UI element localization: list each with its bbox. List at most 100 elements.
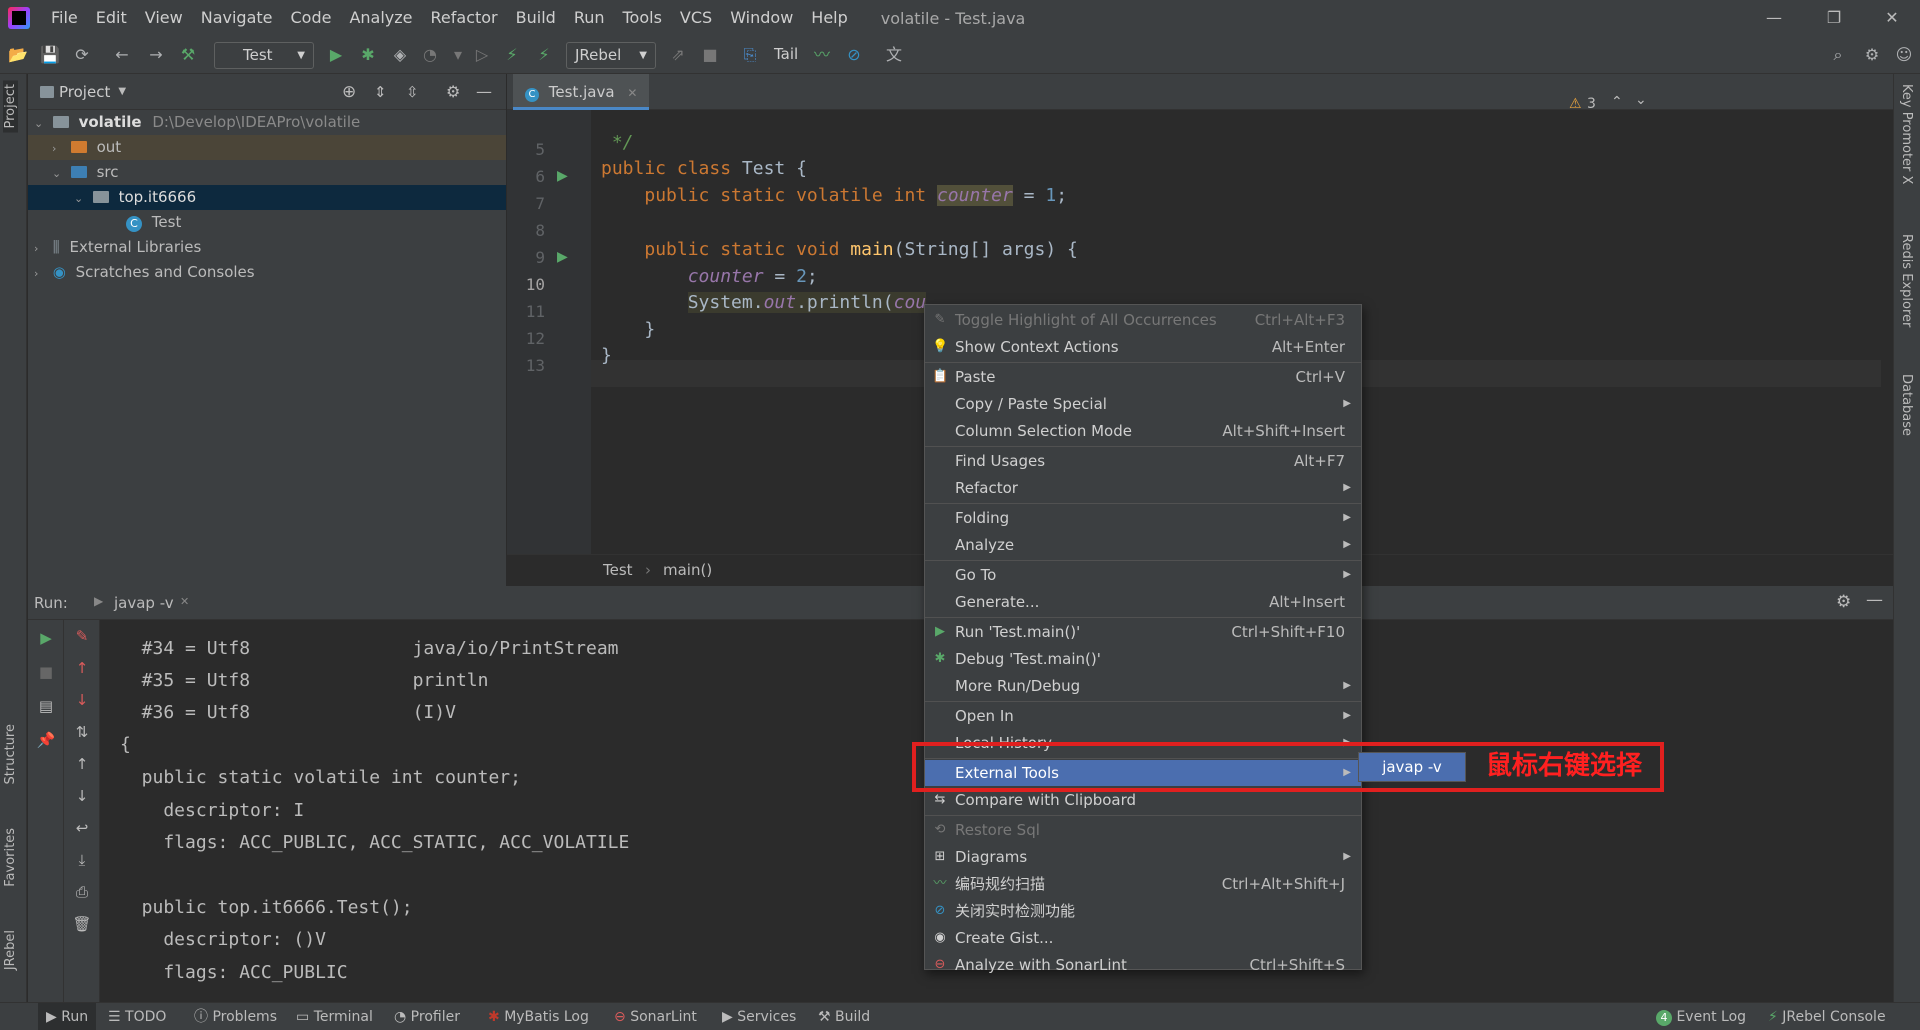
status-event-log[interactable]: 4 Event Log (1656, 1003, 1746, 1030)
menu-analyze[interactable]: Analyze (340, 0, 421, 36)
search-icon[interactable]: ⌕ (1828, 45, 1848, 65)
stop-icon[interactable]: ■ (700, 45, 720, 65)
tree-item-package[interactable]: ⌄ top.it6666 (28, 185, 506, 210)
menu-edit[interactable]: Edit (87, 0, 136, 36)
menu-view[interactable]: View (136, 0, 192, 36)
menu-file[interactable]: File (42, 0, 87, 36)
status-sonarlint[interactable]: ⊖ SonarLint (614, 1003, 697, 1030)
status-profiler[interactable]: ◔ Profiler (394, 1003, 460, 1030)
status-run[interactable]: ▶ Run (38, 1003, 97, 1030)
tree-item-external-libraries[interactable]: › ⫼ External Libraries (28, 235, 506, 260)
jrebel-debug-icon[interactable]: ⚡ (534, 45, 554, 65)
menu-item-13[interactable]: More Run/Debug ▶ (925, 673, 1361, 699)
gear-icon[interactable]: ⚙ (1862, 45, 1882, 65)
close-icon[interactable]: ✕ (1862, 0, 1920, 36)
menu-code[interactable]: Code (282, 0, 341, 36)
tab-key-promoter[interactable]: Key Promoter X (1899, 84, 1914, 184)
status-terminal[interactable]: ▭ Terminal (296, 1003, 373, 1030)
run-gutter-icon[interactable]: ▶ (557, 168, 568, 184)
tree-item-test-class[interactable]: C Test (28, 210, 506, 235)
soft-wrap-icon[interactable]: ↩ (72, 818, 92, 838)
menu-item-19[interactable]: ⊞ Diagrams ▶ (925, 844, 1361, 870)
menu-item-21[interactable]: ⊘ 关闭实时检测功能 (925, 898, 1361, 924)
pin-icon[interactable]: 📌 (36, 730, 56, 750)
menu-item-8[interactable]: Analyze ▶ (925, 532, 1361, 558)
warning-icon[interactable]: ⚠ (1569, 96, 1582, 112)
menu-item-23[interactable]: ⊖ Analyze with SonarLint Ctrl+Shift+S (925, 952, 1361, 978)
tree-item-out[interactable]: › out (28, 135, 506, 160)
tree-item-scratches[interactable]: › ◉ Scratches and Consoles (28, 260, 506, 285)
tab-jrebel[interactable]: JRebel (3, 930, 18, 970)
up-icon[interactable]: ↑ (72, 754, 92, 774)
menu-item-18[interactable]: ⟲ Restore Sql (925, 817, 1361, 843)
project-title[interactable]: Project (59, 83, 110, 101)
gear-icon[interactable]: ⚙ (1836, 592, 1851, 612)
submenu-javap[interactable]: javap -v (1358, 752, 1466, 782)
menu-item-22[interactable]: ◉ Create Gist... (925, 925, 1361, 951)
menu-item-12[interactable]: ✱ Debug 'Test.main()' (925, 646, 1361, 672)
menu-item-10[interactable]: Generate... Alt+Insert (925, 589, 1361, 615)
menu-item-5[interactable]: Find Usages Alt+F7 (925, 448, 1361, 474)
chevron-down-icon[interactable]: ▼ (118, 86, 126, 97)
menu-navigate[interactable]: Navigate (192, 0, 282, 36)
no-entry-icon[interactable]: ⊘ (844, 45, 864, 65)
open-folder-icon[interactable]: 📂 (8, 45, 28, 65)
update-icon[interactable]: ⇗ (668, 45, 688, 65)
tree-item-root[interactable]: ⌄ volatile D:\Develop\IDEAPro\volatile (28, 110, 506, 135)
arrow-down-icon[interactable]: ↓ (72, 690, 92, 710)
locate-icon[interactable]: ⊕ (342, 82, 356, 102)
breadcrumb-item[interactable]: Test (603, 561, 633, 579)
print-icon[interactable]: ⎙ (72, 882, 92, 902)
stop-icon[interactable]: ■ (36, 662, 56, 682)
close-icon[interactable]: ✕ (180, 595, 189, 608)
gear-icon[interactable]: ⚙ (446, 82, 460, 101)
menu-vcs[interactable]: VCS (671, 0, 721, 36)
avatar-icon[interactable]: ☺ (1894, 45, 1914, 65)
tab-project[interactable]: Project (3, 80, 18, 133)
arrow-up-icon[interactable]: ↑ (72, 658, 92, 678)
minimize-icon[interactable]: — (1744, 0, 1804, 36)
warning-count[interactable]: 3 (1587, 96, 1596, 112)
menu-item-14[interactable]: Open In ▶ (925, 703, 1361, 729)
menu-window[interactable]: Window (721, 0, 802, 36)
forward-icon[interactable]: → (146, 45, 166, 65)
tab-favorites[interactable]: Favorites (3, 828, 18, 887)
trash-icon[interactable]: 🗑 (72, 914, 92, 934)
status-services[interactable]: ▶ Services (722, 1003, 796, 1030)
coverage-icon[interactable]: ◈ (390, 45, 410, 65)
sort-icon[interactable]: ⇅ (72, 722, 92, 742)
hide-icon[interactable]: — (1866, 590, 1883, 610)
run-gutter-icon[interactable]: ▶ (557, 249, 568, 265)
more-run-icon[interactable]: ▾ (448, 45, 468, 65)
menu-tools[interactable]: Tools (614, 0, 671, 36)
clear-icon[interactable]: ✎ (72, 626, 92, 646)
tail-icon[interactable]: ⎘ (740, 45, 760, 65)
tab-database[interactable]: Database (1899, 374, 1914, 436)
menu-item-4[interactable]: Column Selection Mode Alt+Shift+Insert (925, 418, 1361, 444)
menu-item-6[interactable]: Refactor ▶ (925, 475, 1361, 501)
menu-build[interactable]: Build (507, 0, 565, 36)
save-icon[interactable]: 💾 (40, 45, 60, 65)
tab-test-java[interactable]: C Test.java ✕ (513, 74, 650, 110)
sync-icon[interactable]: ⟳ (72, 45, 92, 65)
scroll-end-icon[interactable]: ⤓ (72, 850, 92, 870)
restore-icon[interactable]: ❐ (1804, 0, 1864, 36)
status-todo[interactable]: ☰ TODO (108, 1003, 166, 1030)
run-config-select[interactable]: Test ▼ (214, 42, 314, 69)
activity-icon[interactable]: 〰 (812, 45, 832, 65)
menu-item-7[interactable]: Folding ▶ (925, 505, 1361, 531)
translate-icon[interactable]: 文 (884, 45, 904, 65)
run-tab-label[interactable]: javap -v (114, 594, 174, 612)
menu-refactor[interactable]: Refactor (422, 0, 507, 36)
menu-item-11[interactable]: ▶ Run 'Test.main()' Ctrl+Shift+F10 (925, 619, 1361, 645)
menu-item-0[interactable]: ✎ Toggle Highlight of All Occurrences Ctrl… (925, 307, 1361, 333)
status-problems[interactable]: ⓘ Problems (194, 1003, 277, 1030)
tree-item-src[interactable]: ⌄ src (28, 160, 506, 185)
breadcrumb-item[interactable]: main() (663, 561, 712, 579)
layout-icon[interactable]: ▤ (36, 696, 56, 716)
chevron-down-icon[interactable]: ⌄ (1635, 92, 1647, 108)
menu-item-2[interactable]: 📋 Paste Ctrl+V (925, 364, 1361, 390)
menu-item-3[interactable]: Copy / Paste Special ▶ (925, 391, 1361, 417)
menu-run[interactable]: Run (565, 0, 614, 36)
menu-item-9[interactable]: Go To ▶ (925, 562, 1361, 588)
